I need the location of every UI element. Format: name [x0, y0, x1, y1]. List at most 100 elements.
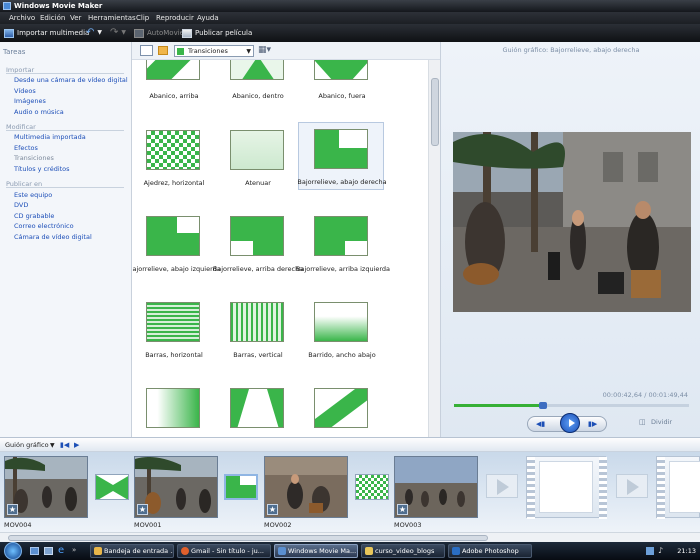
storyboard-transition[interactable]	[355, 474, 389, 500]
rewind-storyboard-icon[interactable]: ▮◀	[60, 438, 69, 453]
tray-volume-icon[interactable]: ♪	[658, 546, 663, 555]
clip-name: MOV003	[394, 521, 422, 529]
task-imported-media[interactable]: Multimedia importada	[14, 133, 86, 141]
start-button[interactable]	[4, 542, 22, 560]
storyboard: ★ MOV004 ★ MOV001 ★ MOV002 ★ MOV003	[0, 452, 700, 532]
transition-tile[interactable]	[216, 382, 300, 437]
storyboard-clip[interactable]: ★	[134, 456, 218, 518]
quick-launch-ie-icon[interactable]: e	[58, 545, 64, 556]
import-media-button[interactable]: Importar multimedia	[4, 24, 89, 42]
collection-scrollbar[interactable]	[428, 60, 440, 437]
previous-frame-button[interactable]: ◀▮	[536, 420, 545, 428]
empty-clip-slot[interactable]	[656, 456, 700, 519]
taskbar-item-moviemaker[interactable]: Windows Movie Ma...	[274, 544, 358, 558]
divider	[6, 130, 124, 131]
seek-bar[interactable]	[454, 402, 689, 409]
transition-tile[interactable]	[300, 382, 384, 437]
collections-icon[interactable]	[158, 46, 168, 55]
transition-tile-selected[interactable]: Bajorrelieve, abajo derecha	[297, 122, 387, 190]
task-import-audio[interactable]: Audio o música	[14, 108, 64, 116]
transition-tile[interactable]: Barrido, ancho abajo	[300, 296, 384, 368]
menu-ayuda[interactable]: Ayuda	[197, 12, 219, 24]
transition-thumbnail	[146, 388, 200, 428]
play-storyboard-icon[interactable]: ▶	[74, 438, 79, 453]
transition-tile[interactable]: Abanico, arriba	[132, 60, 216, 100]
split-icon[interactable]: ◫	[639, 418, 646, 426]
task-publish-cd[interactable]: CD grabable	[14, 212, 54, 220]
taskbar-item-label: curso_video_blogs	[375, 547, 435, 555]
import-media-label: Importar multimedia	[17, 29, 90, 37]
empty-transition-slot[interactable]	[616, 474, 648, 498]
transition-label: Barras, horizontal	[145, 351, 203, 359]
undo-button[interactable]: ↶ ▼	[86, 24, 102, 42]
transition-label: Abanico, arriba	[149, 92, 199, 100]
transition-label: Barrido, ancho abajo	[308, 351, 376, 359]
menu-clip[interactable]: Clip	[136, 12, 149, 24]
menu-edicion[interactable]: Edición	[40, 12, 65, 24]
taskbar-item-photoshop[interactable]: Adobe Photoshop	[448, 544, 532, 558]
task-publish-camera[interactable]: Cámara de vídeo digital	[14, 233, 92, 241]
transition-tile[interactable]: Atenuar	[216, 124, 300, 196]
task-import-images[interactable]: Imágenes	[14, 97, 46, 105]
scrollbar-thumb[interactable]	[431, 78, 439, 146]
star-icon: ★	[397, 504, 408, 515]
next-frame-button[interactable]: ▮▶	[588, 420, 597, 428]
task-titles-credits[interactable]: Títulos y créditos	[14, 165, 70, 173]
menu-reproducir[interactable]: Reproducir	[156, 12, 194, 24]
chevron-down-icon[interactable]: ▼	[50, 438, 55, 453]
storyboard-clip[interactable]: ★	[4, 456, 88, 518]
quick-launch-desktop-icon[interactable]	[30, 547, 39, 555]
scrollbar-thumb[interactable]	[8, 535, 488, 541]
redo-button[interactable]: ↷ ▼	[110, 24, 126, 42]
storyboard-transition[interactable]	[95, 474, 129, 500]
task-camera-import[interactable]: Desde una cámara de vídeo digital	[14, 76, 128, 84]
tasks-toggle-icon[interactable]	[140, 45, 153, 56]
storyboard-clip[interactable]: ★	[264, 456, 348, 518]
task-import-videos[interactable]: Vídeos	[14, 87, 36, 95]
chevron-right-icon[interactable]: »	[72, 546, 76, 554]
task-publish-email[interactable]: Correo electrónico	[14, 222, 74, 230]
tray-network-icon[interactable]	[646, 547, 654, 555]
taskbar-item-outlook[interactable]: Bandeja de entrada ...	[90, 544, 174, 558]
film-strip	[599, 457, 607, 519]
video-monitor	[453, 132, 691, 312]
storyboard-scrollbar[interactable]	[0, 532, 700, 542]
transition-tile[interactable]: Bajorrelieve, arriba derecha	[213, 210, 303, 282]
collection-select[interactable]: Transiciones ▼	[174, 45, 254, 57]
menu-ver[interactable]: Ver	[70, 12, 81, 24]
task-publish-dvd[interactable]: DVD	[14, 201, 28, 209]
taskbar-item-gmail[interactable]: Gmail - Sin título - ju...	[177, 544, 271, 558]
transition-thumbnail	[146, 130, 200, 170]
split-button[interactable]: Dividir	[651, 418, 672, 426]
play-button[interactable]	[560, 413, 580, 433]
transition-tile[interactable]: Ajedrez, horizontal	[132, 124, 216, 196]
menu-herramientas[interactable]: Herramientas	[88, 12, 136, 24]
transition-tile[interactable]: Bajorrelieve, abajo izquierda	[132, 210, 221, 282]
task-publish-computer[interactable]: Este equipo	[14, 191, 52, 199]
transition-tile[interactable]: Bajorrelieve, arriba izquierda	[296, 210, 390, 282]
taskbar-item-folder[interactable]: curso_video_blogs	[361, 544, 445, 558]
storyboard-view-select[interactable]: Guión gráfico	[5, 438, 49, 453]
quick-launch-window-icon[interactable]	[44, 547, 53, 555]
transition-thumbnail	[226, 476, 256, 498]
seek-handle[interactable]	[539, 402, 548, 409]
menu-archivo[interactable]: Archivo	[9, 12, 35, 24]
task-transitions[interactable]: Transiciones	[14, 154, 54, 162]
transition-tile[interactable]: Barras, vertical	[216, 296, 300, 368]
playback-controls: ◀▮ ▮▶	[527, 413, 607, 433]
storyboard-clip[interactable]: ★	[394, 456, 478, 518]
transition-tile[interactable]: Abanico, fuera	[300, 60, 384, 100]
folder-icon	[365, 547, 373, 555]
import-icon	[4, 28, 14, 38]
publish-movie-button[interactable]: Publicar película	[182, 24, 252, 42]
view-options-icon[interactable]: ▦▾	[258, 45, 271, 55]
automovie-button[interactable]: AutoMovie	[134, 24, 184, 42]
transition-tile[interactable]: Barras, horizontal	[132, 296, 216, 368]
empty-clip-slot[interactable]	[526, 456, 607, 519]
task-effects[interactable]: Efectos	[14, 144, 38, 152]
storyboard-transition-selected[interactable]	[224, 474, 258, 500]
transition-tile[interactable]: Abanico, dentro	[216, 60, 300, 100]
transition-label: Ajedrez, horizontal	[143, 179, 205, 187]
transition-tile[interactable]	[132, 382, 216, 437]
empty-transition-slot[interactable]	[486, 474, 518, 498]
